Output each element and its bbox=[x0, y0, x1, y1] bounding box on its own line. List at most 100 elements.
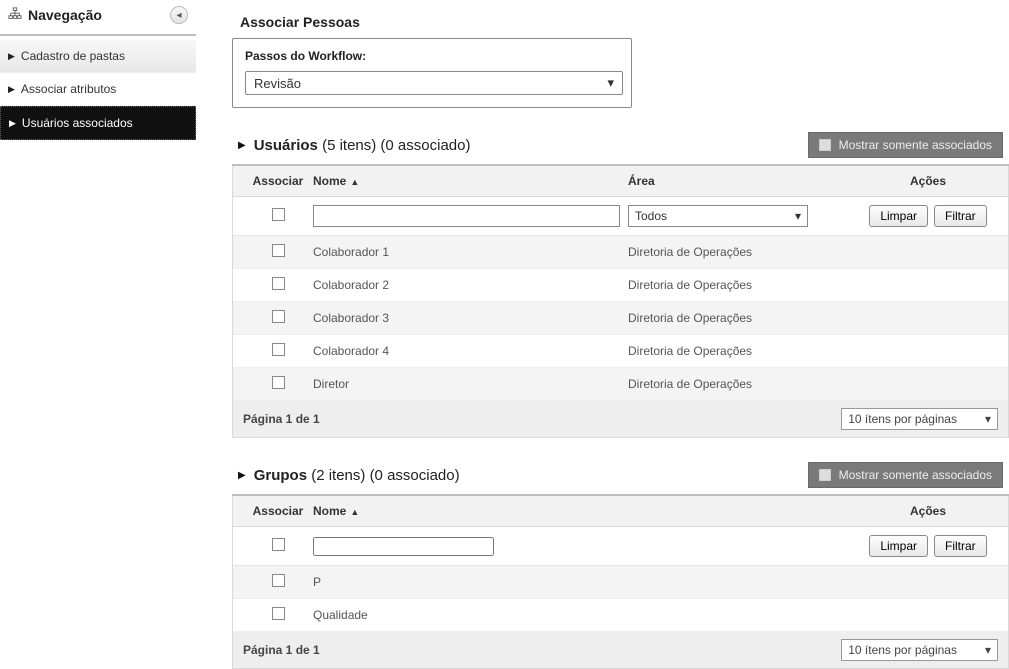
sidebar-header: Navegação ◂ bbox=[0, 0, 196, 36]
table-row: Colaborador 1 Diretoria de Operações bbox=[233, 236, 1008, 269]
group-row-checkbox[interactable] bbox=[272, 607, 285, 620]
users-grid-head: Associar Nome ▲ Área Ações bbox=[233, 166, 1008, 197]
checkbox-icon bbox=[819, 139, 831, 151]
sidebar-item-label: Usuários associados bbox=[22, 116, 133, 130]
groups-grid-body: P Qualidade bbox=[233, 566, 1008, 632]
user-row-area: Diretoria de Operações bbox=[628, 278, 858, 292]
groups-grid-footer: Página 1 de 1 10 ítens por páginas ▾ bbox=[233, 632, 1008, 668]
show-only-associated-label: Mostrar somente associados bbox=[839, 138, 992, 152]
show-only-associated-toggle[interactable]: Mostrar somente associados bbox=[808, 132, 1003, 158]
users-apply-filter-button[interactable]: Filtrar bbox=[934, 205, 987, 227]
groups-nome-filter-input[interactable] bbox=[313, 537, 494, 556]
table-row: Colaborador 2 Diretoria de Operações bbox=[233, 269, 1008, 302]
checkbox-icon bbox=[819, 469, 831, 481]
show-only-associated-toggle[interactable]: Mostrar somente associados bbox=[808, 462, 1003, 488]
groups-grid-head: Associar Nome ▲ Ações bbox=[233, 496, 1008, 527]
user-row-checkbox[interactable] bbox=[272, 343, 285, 356]
sidebar-nav: ▶ Cadastro de pastas ▶ Associar atributo… bbox=[0, 40, 196, 140]
workflow-step-panel: Passos do Workflow: Revisão ▾ bbox=[232, 38, 632, 108]
col-header-assoc[interactable]: Associar bbox=[243, 504, 313, 518]
table-row: Colaborador 4 Diretoria de Operações bbox=[233, 335, 1008, 368]
user-row-checkbox[interactable] bbox=[272, 310, 285, 323]
user-row-checkbox[interactable] bbox=[272, 244, 285, 257]
groups-title-rest: (2 itens) (0 associado) bbox=[307, 467, 460, 484]
users-section: ▶ Usuários (5 itens) (0 associado) Mostr… bbox=[232, 132, 1009, 438]
triangle-right-icon[interactable]: ▶ bbox=[238, 140, 246, 151]
col-header-area[interactable]: Área bbox=[628, 174, 858, 188]
col-header-assoc[interactable]: Associar bbox=[243, 174, 313, 188]
sidebar-item-usuarios-associados[interactable]: ▶ Usuários associados bbox=[0, 106, 196, 140]
workflow-step-select[interactable]: Revisão ▾ bbox=[245, 71, 623, 95]
chevron-down-icon: ▾ bbox=[985, 643, 991, 657]
table-row: Colaborador 3 Diretoria de Operações bbox=[233, 302, 1008, 335]
groups-clear-filter-button[interactable]: Limpar bbox=[869, 535, 928, 557]
sidebar-item-label: Cadastro de pastas bbox=[21, 49, 125, 63]
col-header-nome[interactable]: Nome ▲ bbox=[313, 174, 628, 188]
users-title-strong: Usuários bbox=[254, 137, 318, 154]
triangle-right-icon: ▶ bbox=[9, 118, 16, 129]
sidebar-item-cadastro-pastas[interactable]: ▶ Cadastro de pastas bbox=[0, 40, 196, 73]
groups-apply-filter-button[interactable]: Filtrar bbox=[934, 535, 987, 557]
users-nome-filter-input[interactable] bbox=[313, 205, 620, 227]
user-row-area: Diretoria de Operações bbox=[628, 377, 858, 391]
user-row-nome: Colaborador 2 bbox=[313, 278, 628, 292]
col-header-nome[interactable]: Nome ▲ bbox=[313, 504, 858, 518]
users-section-head: ▶ Usuários (5 itens) (0 associado) Mostr… bbox=[232, 132, 1009, 166]
collapse-sidebar-button[interactable]: ◂ bbox=[170, 6, 188, 24]
select-all-groups-checkbox[interactable] bbox=[272, 538, 285, 551]
triangle-right-icon: ▶ bbox=[8, 84, 15, 95]
users-area-filter-selected: Todos bbox=[635, 209, 667, 223]
triangle-right-icon[interactable]: ▶ bbox=[238, 470, 246, 481]
groups-page-size-select[interactable]: 10 ítens por páginas ▾ bbox=[841, 639, 998, 661]
page-title: Associar Pessoas bbox=[232, 0, 1009, 38]
sidebar-title: Navegação bbox=[28, 7, 102, 23]
users-grid-body: Colaborador 1 Diretoria de Operações Col… bbox=[233, 236, 1008, 401]
chevron-down-icon: ▾ bbox=[985, 412, 991, 426]
user-row-area: Diretoria de Operações bbox=[628, 245, 858, 259]
user-row-checkbox[interactable] bbox=[272, 277, 285, 290]
triangle-right-icon: ▶ bbox=[8, 51, 15, 62]
sitemap-icon bbox=[8, 7, 22, 24]
user-row-nome: Colaborador 1 bbox=[313, 245, 628, 259]
sidebar-item-associar-atributos[interactable]: ▶ Associar atributos bbox=[0, 73, 196, 106]
show-only-associated-label: Mostrar somente associados bbox=[839, 468, 992, 482]
user-row-nome: Colaborador 3 bbox=[313, 311, 628, 325]
select-all-users-checkbox[interactable] bbox=[272, 208, 285, 221]
users-page-size-label: 10 ítens por páginas bbox=[848, 412, 957, 426]
user-row-nome: Diretor bbox=[313, 377, 628, 391]
user-row-nome: Colaborador 4 bbox=[313, 344, 628, 358]
table-row: Qualidade bbox=[233, 599, 1008, 632]
group-row-nome: Qualidade bbox=[313, 608, 858, 622]
col-header-acoes: Ações bbox=[858, 504, 998, 518]
groups-section-title: Grupos (2 itens) (0 associado) bbox=[254, 467, 460, 484]
users-grid: Associar Nome ▲ Área Ações Todos ▾ bbox=[232, 166, 1009, 438]
group-row-nome: P bbox=[313, 575, 858, 589]
workflow-step-label: Passos do Workflow: bbox=[245, 49, 619, 63]
groups-section: ▶ Grupos (2 itens) (0 associado) Mostrar… bbox=[232, 462, 1009, 669]
users-page-size-select[interactable]: 10 ítens por páginas ▾ bbox=[841, 408, 998, 430]
chevron-down-icon: ▾ bbox=[607, 75, 614, 91]
col-header-nome-label: Nome bbox=[313, 174, 346, 188]
users-grid-footer: Página 1 de 1 10 ítens por páginas ▾ bbox=[233, 401, 1008, 437]
col-header-acoes: Ações bbox=[858, 174, 998, 188]
sidebar: Navegação ◂ ▶ Cadastro de pastas ▶ Assoc… bbox=[0, 0, 196, 669]
sidebar-item-label: Associar atributos bbox=[21, 82, 116, 96]
users-page-info: Página 1 de 1 bbox=[243, 412, 320, 426]
groups-section-head: ▶ Grupos (2 itens) (0 associado) Mostrar… bbox=[232, 462, 1009, 496]
main-content: Associar Pessoas Passos do Workflow: Rev… bbox=[196, 0, 1009, 669]
sort-asc-icon: ▲ bbox=[350, 177, 359, 187]
col-header-nome-label: Nome bbox=[313, 504, 346, 518]
sort-asc-icon: ▲ bbox=[350, 507, 359, 517]
users-area-filter-select[interactable]: Todos ▾ bbox=[628, 205, 808, 227]
chevron-left-icon: ◂ bbox=[176, 10, 181, 21]
table-row: Diretor Diretoria de Operações bbox=[233, 368, 1008, 401]
users-title-rest: (5 itens) (0 associado) bbox=[318, 137, 471, 154]
users-clear-filter-button[interactable]: Limpar bbox=[869, 205, 928, 227]
groups-title-strong: Grupos bbox=[254, 467, 307, 484]
users-section-title: Usuários (5 itens) (0 associado) bbox=[254, 137, 471, 154]
group-row-checkbox[interactable] bbox=[272, 574, 285, 587]
groups-page-info: Página 1 de 1 bbox=[243, 643, 320, 657]
user-row-checkbox[interactable] bbox=[272, 376, 285, 389]
chevron-down-icon: ▾ bbox=[795, 209, 801, 223]
workflow-step-selected: Revisão bbox=[254, 76, 301, 91]
